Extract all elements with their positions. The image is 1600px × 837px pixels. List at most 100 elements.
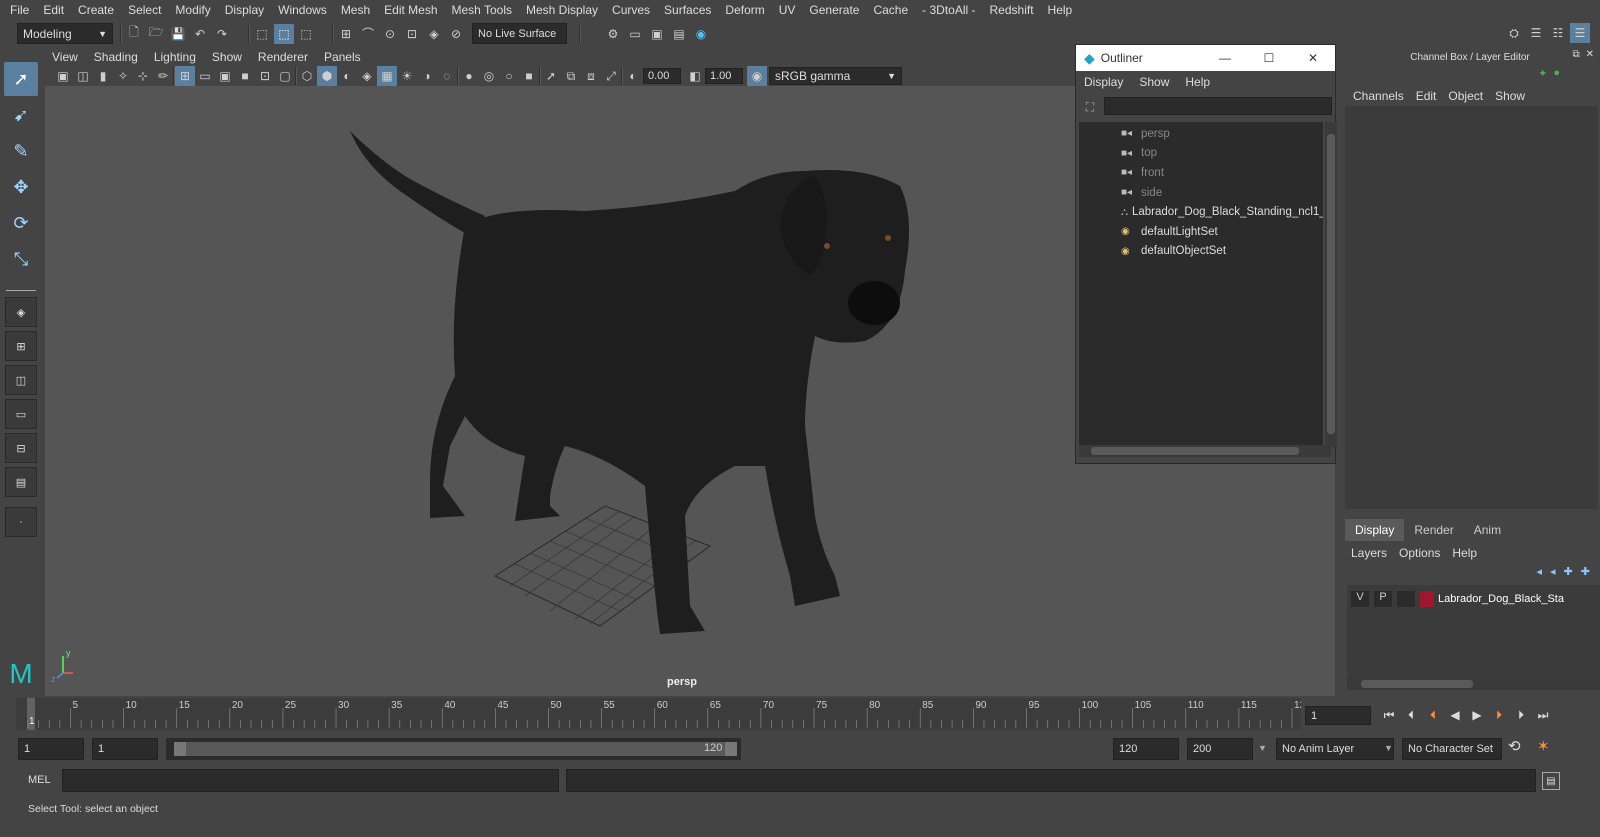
- ipr-render-icon[interactable]: ▣: [647, 24, 667, 44]
- menu-display[interactable]: Display: [218, 3, 271, 17]
- float-icon[interactable]: ⧉: [1572, 49, 1579, 60]
- motion-blur-icon[interactable]: ◎: [479, 66, 499, 86]
- menu-set-dropdown[interactable]: Modeling ▼: [17, 23, 113, 44]
- xray-icon[interactable]: ◌: [437, 66, 457, 86]
- menu-help[interactable]: Help: [1041, 3, 1080, 17]
- render-frame-icon[interactable]: ▭: [625, 24, 645, 44]
- channel-breakdown-icon[interactable]: ●: [1553, 67, 1560, 80]
- menu-windows[interactable]: Windows: [271, 3, 334, 17]
- panel-menu-shading[interactable]: Shading: [86, 50, 146, 64]
- filter-icon[interactable]: ⛶: [1080, 97, 1100, 117]
- hypershade-icon[interactable]: ◉: [691, 24, 711, 44]
- command-input[interactable]: [62, 769, 559, 792]
- scale-tool-icon[interactable]: ⤡: [4, 242, 38, 276]
- shadows-icon[interactable]: ◑: [417, 66, 437, 86]
- new-scene-icon[interactable]: 🗋: [124, 24, 144, 44]
- safe-action-icon[interactable]: ▢: [275, 66, 295, 86]
- snap-curve-icon[interactable]: ⌒: [358, 24, 378, 44]
- close-icon[interactable]: ✕: [1586, 49, 1594, 60]
- script-editor-icon[interactable]: ▤: [1542, 772, 1560, 790]
- panel-menu-panels[interactable]: Panels: [316, 50, 369, 64]
- auto-key-icon[interactable]: ⟲: [1508, 737, 1521, 755]
- range-slider[interactable]: 1 120: [166, 738, 741, 760]
- new-layer-selected-icon[interactable]: ✚: [1581, 565, 1590, 578]
- exposure-icon[interactable]: ◐: [623, 66, 643, 86]
- menu-3dtoall[interactable]: - 3DtoAll -: [915, 3, 982, 17]
- outliner-menu-help[interactable]: Help: [1177, 75, 1218, 89]
- panel-menu-view[interactable]: View: [45, 50, 86, 64]
- channel-key-icon[interactable]: ✦: [1538, 67, 1547, 80]
- range-start-handle[interactable]: [174, 742, 186, 756]
- open-scene-icon[interactable]: 🗁: [146, 24, 166, 44]
- use-all-lights-icon[interactable]: ☀: [397, 66, 417, 86]
- channel-box-icon[interactable]: ☰: [1570, 23, 1590, 43]
- animation-start-field[interactable]: 1: [18, 738, 84, 760]
- new-layer-icon[interactable]: ✚: [1564, 565, 1573, 578]
- grease-pencil-icon[interactable]: ✏: [153, 66, 173, 86]
- outliner-item[interactable]: ◉ defaultLightSet: [1079, 222, 1323, 242]
- go-to-end-icon[interactable]: ⏭: [1532, 704, 1554, 726]
- xray-active-icon[interactable]: ⧈: [581, 66, 601, 86]
- menu-mesh[interactable]: Mesh: [334, 3, 377, 17]
- render-settings-icon[interactable]: ⚙: [603, 24, 623, 44]
- frame-all-icon[interactable]: ⤢: [601, 66, 621, 86]
- menu-edit-mesh[interactable]: Edit Mesh: [377, 3, 444, 17]
- single-perspective-layout-icon[interactable]: ◈: [5, 297, 37, 327]
- chevron-down-icon[interactable]: ▼: [1258, 743, 1267, 753]
- gamma-icon[interactable]: ◧: [685, 66, 705, 86]
- script-language-label[interactable]: MEL: [28, 774, 51, 786]
- horizontal-scrollbar[interactable]: [1079, 445, 1331, 457]
- snap-view-icon[interactable]: ⊡: [402, 24, 422, 44]
- outliner-item[interactable]: ■◂ side: [1079, 183, 1323, 203]
- playback-end-field[interactable]: 120: [1113, 738, 1179, 760]
- 2d-pan-zoom-icon[interactable]: ⊹: [133, 66, 153, 86]
- panel-menu-renderer[interactable]: Renderer: [250, 50, 316, 64]
- layer-playback-toggle[interactable]: P: [1374, 591, 1392, 607]
- minimize-icon[interactable]: —: [1203, 51, 1247, 65]
- layer-row[interactable]: V P Labrador_Dog_Black_Sta: [1347, 588, 1600, 610]
- layer-name[interactable]: Labrador_Dog_Black_Sta: [1438, 593, 1564, 605]
- attribute-editor-icon[interactable]: ☰: [1526, 23, 1546, 43]
- select-camera-icon[interactable]: ▣: [53, 66, 73, 86]
- outliner-item[interactable]: ■◂ persp: [1079, 124, 1323, 144]
- modeling-toolkit-icon[interactable]: ⛭: [1504, 23, 1524, 43]
- tab-anim[interactable]: Anim: [1464, 519, 1511, 541]
- outliner-item[interactable]: ◉ defaultObjectSet: [1079, 242, 1323, 262]
- menu-deform[interactable]: Deform: [718, 3, 771, 17]
- use-default-material-icon[interactable]: ◐: [337, 66, 357, 86]
- vertical-scrollbar[interactable]: [1325, 122, 1337, 447]
- menu-generate[interactable]: Generate: [802, 3, 866, 17]
- snap-point-icon[interactable]: ⊙: [380, 24, 400, 44]
- exposure-field[interactable]: 0.00: [643, 68, 681, 84]
- bookmark-icon[interactable]: ▮: [93, 66, 113, 86]
- outliner-item[interactable]: ⛬ Labrador_Dog_Black_Standing_ncl1_: [1079, 202, 1323, 222]
- ambient-occlusion-icon[interactable]: ●: [459, 66, 479, 86]
- image-plane-icon[interactable]: ✧: [113, 66, 133, 86]
- move-layer-up-icon[interactable]: ◂: [1537, 565, 1543, 578]
- persp-outliner-layout-icon[interactable]: ◫: [5, 365, 37, 395]
- gamma-field[interactable]: 1.00: [705, 68, 743, 84]
- hypershade-layout-icon[interactable]: ⊟: [5, 433, 37, 463]
- persp-graph-layout-icon[interactable]: ▭: [5, 399, 37, 429]
- channel-menu-edit[interactable]: Edit: [1410, 89, 1443, 103]
- menu-select[interactable]: Select: [121, 3, 168, 17]
- xray-joints-icon[interactable]: ⧉: [561, 66, 581, 86]
- menu-curves[interactable]: Curves: [605, 3, 657, 17]
- animation-preferences-icon[interactable]: ✶: [1537, 737, 1550, 755]
- scrollbar-thumb[interactable]: [1327, 134, 1335, 434]
- layer-menu-layers[interactable]: Layers: [1345, 546, 1393, 560]
- anim-layer-dropdown[interactable]: No Anim Layer: [1276, 738, 1394, 760]
- live-surface-field[interactable]: No Live Surface: [472, 23, 567, 44]
- panel-menu-lighting[interactable]: Lighting: [146, 50, 204, 64]
- time-ruler[interactable]: 5 10 15 20 25 30 35 40 45 50 55 60 65 70 75 80 85 90 95 100…: [16, 698, 1311, 730]
- play-forwards-icon[interactable]: ▶: [1466, 704, 1488, 726]
- render-view-icon[interactable]: ▤: [669, 24, 689, 44]
- layer-menu-options[interactable]: Options: [1393, 546, 1446, 560]
- paint-select-icon[interactable]: ✎: [4, 134, 38, 168]
- grid-icon[interactable]: ⊞: [175, 66, 195, 86]
- menu-create[interactable]: Create: [71, 3, 121, 17]
- gate-mask-icon[interactable]: ■: [235, 66, 255, 86]
- textured-icon[interactable]: ▦: [377, 66, 397, 86]
- play-backwards-icon[interactable]: ◀: [1444, 704, 1466, 726]
- smooth-shade-icon[interactable]: ⬢: [317, 66, 337, 86]
